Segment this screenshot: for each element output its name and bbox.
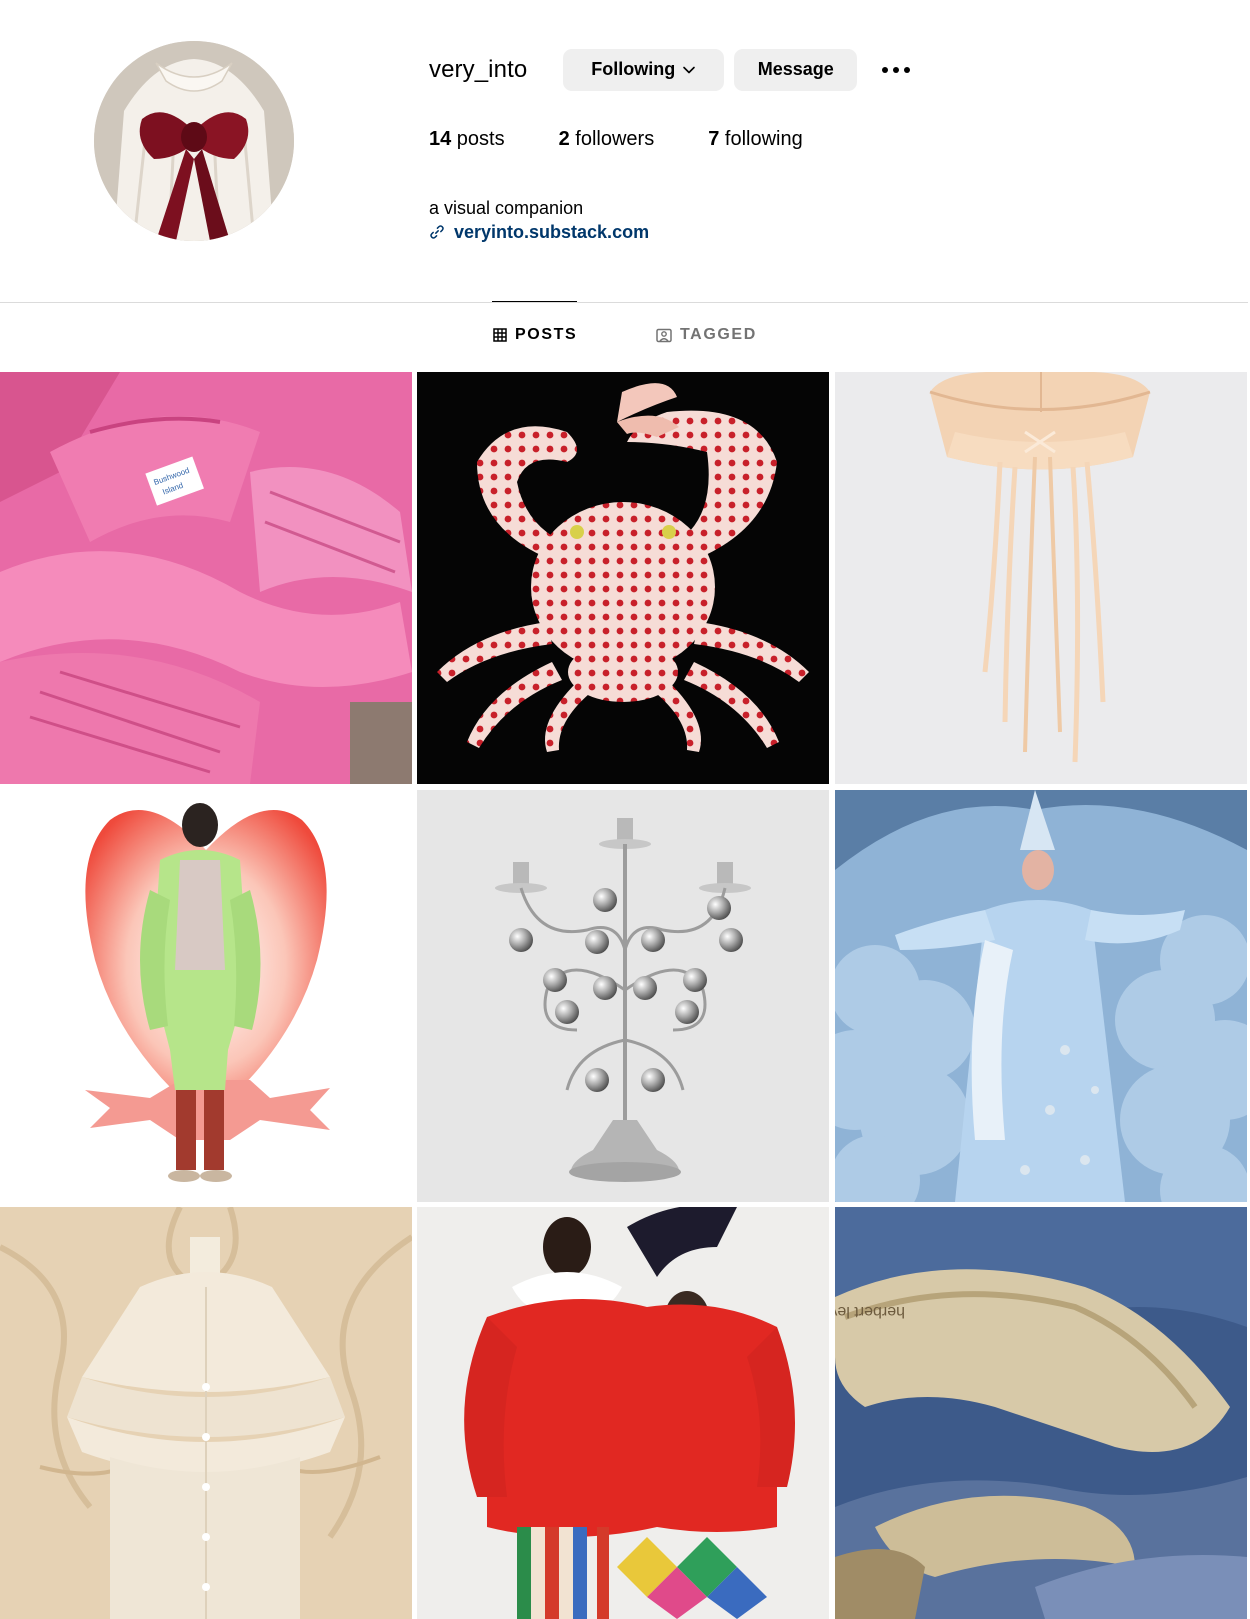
bio-text: a visual companion (429, 198, 584, 218)
post-velvet-mules[interactable]: herbert levine (835, 1207, 1247, 1619)
post-ruffled-cardigan[interactable] (0, 1207, 412, 1619)
link-icon (429, 224, 445, 240)
tab-tagged-label: TAGGED (680, 326, 757, 343)
post-candelabra[interactable] (417, 790, 829, 1202)
following-button[interactable]: Following (563, 48, 725, 91)
following-button-label: Following (591, 59, 676, 79)
post-blue-robe[interactable] (835, 790, 1247, 1202)
post-spotted-crab[interactable] (417, 372, 829, 784)
post-pink-tshirts[interactable]: Bushwood Island (0, 372, 412, 784)
svg-text:herbert levine: herbert levine (835, 1303, 905, 1320)
profile-avatar[interactable] (94, 41, 294, 241)
active-tab-indicator (492, 301, 577, 302)
message-button[interactable]: Message (734, 48, 858, 91)
profile-tabs: POSTS TAGGED (0, 326, 1250, 350)
profile-bio: a visual companion veryinto.substack.com (429, 197, 649, 243)
message-button-label: Message (757, 59, 834, 79)
tab-posts[interactable]: POSTS (493, 326, 577, 344)
post-red-sweater-duo[interactable] (417, 1207, 829, 1619)
posts-count: 14 posts (429, 128, 505, 150)
more-horizontal-icon[interactable] (881, 55, 911, 85)
bio-link-text: veryinto.substack.com (454, 222, 650, 242)
username: very_into (429, 55, 528, 83)
tab-tagged[interactable]: TAGGED (656, 326, 757, 344)
profile-header: very_into Following Message (429, 48, 911, 91)
grid-icon (493, 328, 507, 342)
followers-count[interactable]: 2 followers (559, 128, 655, 151)
tab-posts-label: POSTS (515, 326, 578, 343)
chevron-down-icon (682, 63, 696, 77)
posts-grid: Bushwood Island herbert le (0, 372, 1250, 1619)
bio-link[interactable]: veryinto.substack.com (429, 221, 649, 243)
following-count[interactable]: 7 following (708, 128, 803, 151)
tagged-user-icon (656, 328, 672, 343)
tabs-divider (0, 302, 1248, 303)
profile-stats: 14 posts 2 followers 7 following (429, 128, 857, 151)
post-heart-figure[interactable] (0, 790, 412, 1202)
post-satin-hat[interactable] (835, 372, 1247, 784)
